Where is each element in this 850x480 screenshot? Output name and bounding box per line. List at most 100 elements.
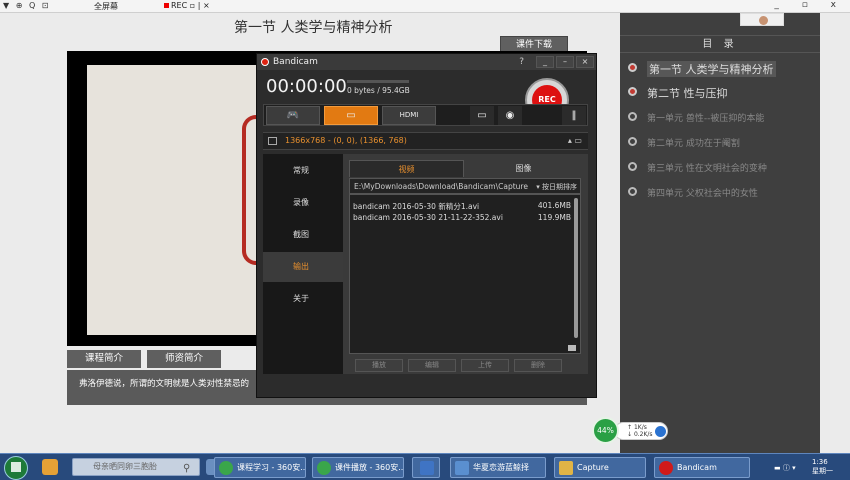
edit-button[interactable]: 编辑 xyxy=(408,359,456,372)
list-item[interactable]: bandicam 2016-05-30 新精分1.avi 401.6MB xyxy=(353,201,571,212)
open-folder-icon[interactable] xyxy=(568,345,576,351)
taskbar: 母亲晒同卵三胞胎 ⚲ 课程学习 - 360安... 课件播放 - 360安...… xyxy=(0,453,850,480)
search-input[interactable]: 母亲晒同卵三胞胎 ⚲ xyxy=(72,458,200,476)
toc-item-2[interactable]: 第二节 性与压抑 xyxy=(628,84,816,100)
tab-course-intro[interactable]: 课程简介 xyxy=(67,350,141,368)
nav-general[interactable]: 常规 xyxy=(263,156,343,186)
folder-icon: ▭ xyxy=(477,110,487,121)
task-label: Bandicam xyxy=(677,463,717,472)
size-bar xyxy=(347,80,409,83)
file-size: 119.9MB xyxy=(537,213,571,222)
delete-button[interactable]: 删除 xyxy=(514,359,562,372)
toc-item-label: 第四单元 父权社会中的女性 xyxy=(647,189,758,199)
tab-image[interactable]: 图像 xyxy=(466,160,581,177)
file-name: bandicam 2016-05-30 新精分1.avi xyxy=(353,202,480,211)
toc-sidebar: 目 录 第一节 人类学与精神分析 第二节 性与压抑 第一单元 兽性--被压抑的本… xyxy=(620,13,820,453)
radio-bullet-icon xyxy=(628,162,637,171)
toc-item-label: 第一单元 兽性--被压抑的本能 xyxy=(647,114,765,124)
upload-speed: ↑ 1K/s xyxy=(627,424,647,431)
mode-toolbar: 🎮 ▭ HDMI ▭ ◉ ‖ xyxy=(263,104,588,126)
screen-rect-icon: ▭ xyxy=(346,110,356,121)
task-label: 华夏恋游蓝鲸择 xyxy=(473,463,529,472)
player-topbar: ▼ ⊕ Q ⊡ 全屏幕 REC ▫ | × _ ▫ x xyxy=(0,0,850,13)
menu-caret-icon[interactable]: ▴ ▭ xyxy=(568,136,582,145)
resolution-text: 1366x768 - (0, 0), (1366, 768) xyxy=(285,136,407,145)
screen-mode-button[interactable]: ▭ xyxy=(324,106,378,125)
bandicam-window: Bandicam ? _ – × 00:00:00 0 bytes / 95.4… xyxy=(256,53,597,398)
radio-bullet-icon xyxy=(628,137,637,146)
task-capture-folder[interactable]: Capture xyxy=(554,457,646,478)
minimize-button[interactable]: – xyxy=(556,56,574,68)
clock-time: 1:36 xyxy=(812,458,828,466)
bandicam-logo-icon xyxy=(659,461,673,475)
toc-item-5[interactable]: 第三单元 性在文明社会的变种 xyxy=(628,159,816,175)
nav-output[interactable]: 输出 xyxy=(263,252,343,282)
start-button[interactable] xyxy=(4,456,28,480)
play-button[interactable]: 播放 xyxy=(355,359,403,372)
screenshot-button[interactable]: ◉ xyxy=(498,106,522,125)
nav-video[interactable]: 录像 xyxy=(263,188,343,218)
list-scrollbar[interactable] xyxy=(574,198,578,338)
nav-about[interactable]: 关于 xyxy=(263,284,343,314)
rec-indicator[interactable]: REC ▫ | × xyxy=(164,1,210,10)
right-scroll-area[interactable] xyxy=(820,13,850,453)
toc-item-1[interactable]: 第一节 人类学与精神分析 xyxy=(628,60,816,77)
task-courseware-play[interactable]: 课件播放 - 360安... xyxy=(312,457,404,478)
player-tool-icons[interactable]: ▼ ⊕ Q ⊡ xyxy=(3,1,50,10)
output-path[interactable]: E:\MyDownloads\Download\Bandicam\Capture… xyxy=(349,178,581,194)
folder-button[interactable]: ▭ xyxy=(470,106,494,125)
task-label: 课件播放 - 360安... xyxy=(335,463,404,472)
pause-button[interactable]: ‖ xyxy=(562,106,586,125)
nav-image[interactable]: 截图 xyxy=(263,220,343,250)
quicklaunch-icon[interactable] xyxy=(42,459,58,475)
net-speed-widget[interactable]: ↑ 1K/s ↓ 0.2K/s 44% xyxy=(592,417,670,444)
clock[interactable]: 1:36 星期一 xyxy=(812,458,833,476)
hdmi-mode-button[interactable]: HDMI xyxy=(382,106,436,125)
memory-percent: 44% xyxy=(592,417,619,444)
close-button[interactable]: × xyxy=(576,56,594,68)
toc-item-3[interactable]: 第一单元 兽性--被压抑的本能 xyxy=(628,109,816,125)
upload-speed-value: 1K/s xyxy=(633,424,647,431)
face-icon xyxy=(759,16,768,25)
download-speed: ↓ 0.2K/s xyxy=(627,431,653,438)
output-path-text: E:\MyDownloads\Download\Bandicam\Capture xyxy=(354,182,528,191)
upload-button[interactable]: 上传 xyxy=(461,359,509,372)
minimize-tray-button[interactable]: _ xyxy=(536,56,554,68)
task-bandicam[interactable]: Bandicam xyxy=(654,457,750,478)
output-panel: 视频 图像 E:\MyDownloads\Download\Bandicam\C… xyxy=(343,154,588,374)
system-tray[interactable]: ▬ ⓘ ▾ 1:36 星期一 xyxy=(770,458,850,478)
folder-icon xyxy=(559,461,573,475)
clock-day: 星期一 xyxy=(812,467,833,475)
task-course-study[interactable]: 课程学习 - 360安... xyxy=(214,457,306,478)
task-label: Capture xyxy=(577,463,609,472)
monitor-icon xyxy=(268,137,277,145)
tab-teacher-intro[interactable]: 师资简介 xyxy=(147,350,221,368)
bandicam-titlebar[interactable]: Bandicam ? _ – × xyxy=(257,54,596,70)
toc-item-4[interactable]: 第二单元 成功在于阉割 xyxy=(628,134,816,150)
task-app[interactable] xyxy=(412,457,440,478)
file-name: bandicam 2016-05-30 21-11-22-352.avi xyxy=(353,213,503,222)
bandicam-logo-icon xyxy=(261,58,269,66)
help-button[interactable]: ? xyxy=(519,54,524,70)
toc-item-label: 第三单元 性在文明社会的变种 xyxy=(647,164,767,174)
game-mode-button[interactable]: 🎮 xyxy=(266,106,320,125)
pause-icon: ‖ xyxy=(571,110,577,121)
tab-video[interactable]: 视频 xyxy=(349,160,464,177)
speed-pill: ↑ 1K/s ↓ 0.2K/s xyxy=(614,422,668,440)
file-list: bandicam 2016-05-30 新精分1.avi 401.6MB ban… xyxy=(349,194,581,354)
tray-icons[interactable]: ▬ ⓘ ▾ xyxy=(774,463,796,473)
sort-dropdown[interactable]: ▾ 按日期排序 xyxy=(536,182,577,192)
radio-bullet-icon xyxy=(628,187,637,196)
list-item[interactable]: bandicam 2016-05-30 21-11-22-352.avi 119… xyxy=(353,213,571,224)
toc-item-6[interactable]: 第四单元 父权社会中的女性 xyxy=(628,184,816,200)
resolution-bar[interactable]: 1366x768 - (0, 0), (1366, 768) ▴ ▭ xyxy=(263,132,588,150)
fullscreen-button[interactable]: 全屏幕 xyxy=(94,1,118,12)
accelerator-ball-icon xyxy=(655,426,666,437)
toc-item-label: 第二单元 成功在于阉割 xyxy=(647,139,740,149)
search-icon: ⚲ xyxy=(183,463,191,474)
task-huaxia[interactable]: 华夏恋游蓝鲸择 xyxy=(450,457,546,478)
search-placeholder: 母亲晒同卵三胞胎 xyxy=(93,462,157,471)
window-controls[interactable]: _ ▫ x xyxy=(774,0,846,10)
rec-dot-icon xyxy=(164,3,169,8)
windows-logo-icon xyxy=(11,462,21,472)
